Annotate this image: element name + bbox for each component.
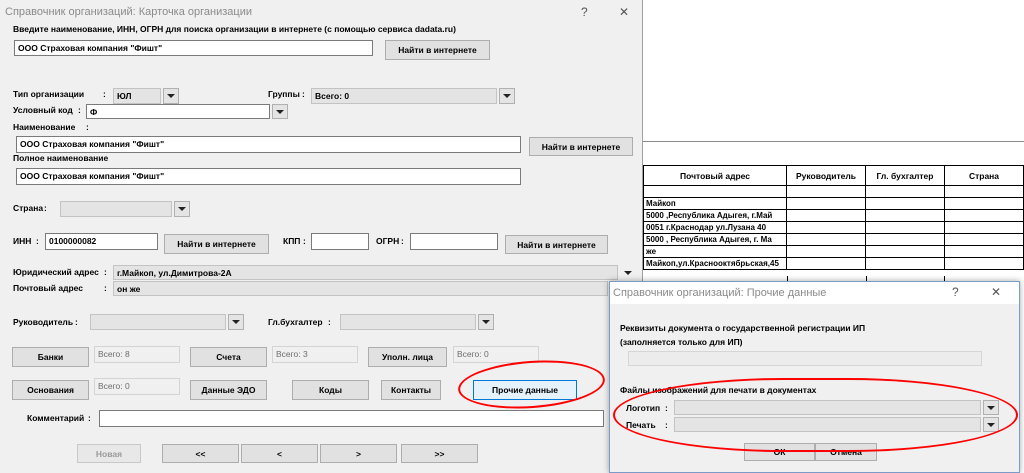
table-row[interactable]: Майкоп,ул.Краснооктябрьская,45	[643, 257, 1024, 270]
name-label: Наименование	[13, 122, 76, 132]
col-postal-address[interactable]: Почтовый адрес	[643, 165, 787, 186]
close-icon[interactable]: ✕	[619, 5, 629, 19]
comment-label: Комментарий	[27, 413, 85, 423]
search-input[interactable]: ООО Страховая компания "Фишт"	[14, 40, 373, 56]
full-name-input[interactable]: ООО Страховая компания "Фишт"	[16, 168, 521, 185]
next-record-button[interactable]: >	[320, 444, 397, 463]
code-dropdown[interactable]	[272, 104, 288, 119]
country-field	[60, 201, 172, 217]
new-button[interactable]: Новая	[77, 444, 141, 463]
org-type-field: ЮЛ	[113, 88, 161, 104]
kpp-input[interactable]	[311, 233, 369, 250]
ip-registration-label: Реквизиты документа о государственной ре…	[620, 323, 866, 333]
authorized-persons-button[interactable]: Уполн. лица	[368, 347, 447, 367]
table-row[interactable]: Майкоп	[643, 197, 1024, 210]
legal-address-dropdown[interactable]	[620, 265, 636, 280]
groups-dropdown[interactable]	[499, 88, 515, 104]
table-row[interactable]: 5000 ,Республика Адыгея, г.Май	[643, 209, 1024, 222]
ip-only-note: (заполняется только для ИП)	[620, 337, 743, 347]
chevron-down-icon	[482, 320, 490, 324]
first-record-button[interactable]: <<	[162, 444, 239, 463]
find-online-inn-button[interactable]: Найти в интернете	[164, 234, 269, 254]
groups-label: Группы	[268, 89, 300, 99]
find-online-name-button[interactable]: Найти в интернете	[529, 137, 633, 156]
code-input[interactable]: Ф	[86, 104, 270, 119]
chevron-down-icon	[624, 270, 632, 275]
dialog-title: Справочник организаций: Прочие данные	[613, 287, 827, 299]
find-online-button[interactable]: Найти в интернете	[385, 40, 490, 60]
postal-address-label: Почтовый адрес	[13, 283, 83, 293]
inn-input[interactable]: 0100000082	[45, 233, 158, 250]
chevron-down-icon	[167, 94, 175, 98]
ogrn-label: ОГРН	[376, 236, 400, 246]
name-input[interactable]: ООО Страховая компания "Фишт"	[16, 136, 521, 153]
contacts-button[interactable]: Контакты	[381, 380, 441, 400]
director-dropdown[interactable]	[228, 314, 244, 330]
ogrn-input[interactable]	[410, 233, 498, 250]
bases-count: Всего: 0	[94, 378, 180, 395]
org-type-label: Тип организации	[13, 89, 85, 99]
director-label: Руководитель	[13, 317, 74, 327]
col-country[interactable]: Страна	[944, 165, 1024, 186]
table-header-row: Почтовый адрес Руководитель Гл. бухгалте…	[643, 165, 1024, 186]
table-row[interactable]	[643, 185, 1024, 198]
accountant-field	[340, 314, 476, 330]
accountant-dropdown[interactable]	[478, 314, 494, 330]
help-icon[interactable]: ?	[581, 5, 588, 19]
org-type-dropdown[interactable]	[163, 88, 179, 104]
table-row[interactable]: 0051 г.Краснодар ул.Лузана 40	[643, 221, 1024, 234]
window-title: Справочник организаций: Карточка организ…	[5, 6, 253, 18]
postal-address-field: он же	[113, 281, 608, 296]
accountant-label: Гл.бухгалтер	[268, 317, 323, 327]
last-record-button[interactable]: >>	[401, 444, 478, 463]
banks-button[interactable]: Банки	[12, 347, 89, 367]
accounts-button[interactable]: Счета	[190, 347, 267, 367]
dialog-close-icon[interactable]: ✕	[991, 285, 1001, 299]
inn-label: ИНН	[13, 236, 32, 246]
chevron-down-icon	[178, 207, 186, 211]
kpp-label: КПП	[283, 236, 301, 246]
col-director[interactable]: Руководитель	[786, 165, 866, 186]
table-row[interactable]: же	[643, 245, 1024, 258]
full-name-label: Полное наименование	[13, 153, 109, 163]
chevron-down-icon	[232, 320, 240, 324]
ip-registration-field	[628, 351, 982, 366]
accounts-count: Всего: 3	[272, 346, 358, 363]
col-accountant[interactable]: Гл. бухгалтер	[865, 165, 945, 186]
director-field	[90, 314, 226, 330]
codes-button[interactable]: Коды	[292, 380, 369, 400]
code-label: Условный код	[13, 105, 73, 115]
chevron-down-icon	[276, 109, 284, 114]
organizations-table: Почтовый адрес Руководитель Гл. бухгалте…	[643, 165, 1024, 270]
dialog-help-icon[interactable]: ?	[952, 285, 959, 299]
chevron-down-icon	[503, 94, 511, 98]
annotation-circle-print-images	[613, 378, 1018, 452]
search-prompt: Введите наименование, ИНН, ОГРН для поис…	[13, 24, 456, 34]
prev-record-button[interactable]: <	[241, 444, 318, 463]
groups-field: Всего: 0	[311, 88, 497, 104]
edo-data-button[interactable]: Данные ЭДО	[190, 380, 267, 400]
banks-count: Всего: 8	[94, 346, 180, 363]
country-label: Страна	[13, 203, 44, 213]
find-online-ogrn-button[interactable]: Найти в интернете	[505, 235, 608, 254]
legal-address-field: г.Майкоп, ул.Димитрова-2А	[113, 265, 618, 280]
legal-address-label: Юридический адрес	[13, 267, 99, 277]
bases-button[interactable]: Основания	[12, 380, 89, 400]
comment-input[interactable]	[99, 410, 604, 427]
country-dropdown[interactable]	[174, 201, 190, 217]
table-row[interactable]: 5000 , Республика Адыгея, г. Ма	[643, 233, 1024, 246]
